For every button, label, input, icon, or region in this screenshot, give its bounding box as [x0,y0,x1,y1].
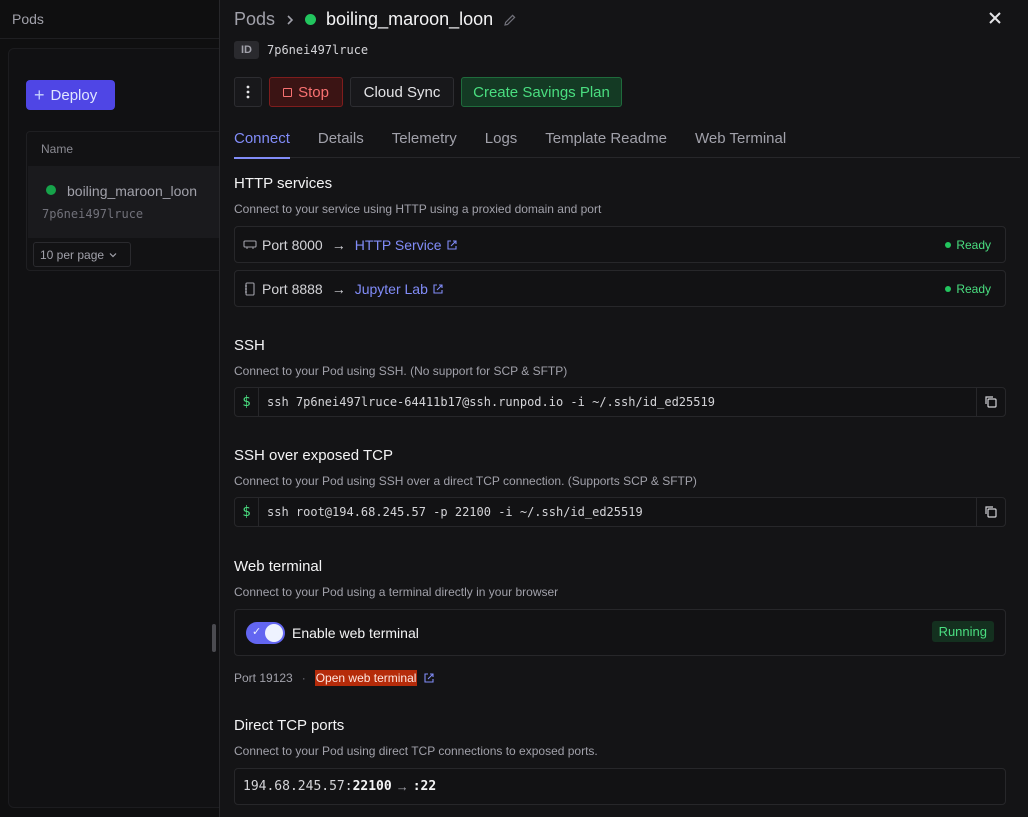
copy-button[interactable] [976,388,1005,416]
web-terminal-row: ✓ Enable web terminal Running [234,609,1006,656]
close-button[interactable] [986,10,1004,28]
open-web-terminal-link[interactable]: Open web terminal [314,670,418,686]
tcp-external-port: 22100 [352,779,392,794]
arrow-right-icon: → [395,779,409,794]
tab-web-terminal[interactable]: Web Terminal [695,126,786,158]
pod-id-value: 7p6nei497lruce [267,43,369,57]
status-badge: Ready [945,238,991,252]
tcp-internal-port: :22 [412,779,437,794]
external-link-icon[interactable] [423,672,435,684]
web-terminal-title: Web terminal [234,558,323,575]
per-page-label: 10 per page [40,247,105,262]
tab-template-readme[interactable]: Template Readme [545,126,667,158]
external-link-icon[interactable] [432,283,444,295]
copy-button[interactable] [976,498,1005,526]
divider [0,38,220,39]
toggle-knob [265,623,283,642]
copy-icon [985,396,997,408]
close-icon [989,12,1001,24]
http-services-desc: Connect to your service using HTTP using… [234,202,602,216]
deploy-label: Deploy [50,86,98,104]
direct-tcp-title: Direct TCP ports [234,717,345,734]
tab-telemetry[interactable]: Telemetry [392,126,457,158]
resize-handle[interactable] [212,624,216,652]
tcp-port-row: 194.68.245.57: 22100 → :22 [234,768,1006,805]
service-port: Port 8000 [262,236,323,253]
action-bar: Stop Cloud Sync Create Savings Plan [234,77,622,107]
pod-id: 7p6nei497lruce [42,207,144,221]
ssh-tcp-command-box: $ ssh root@194.68.245.57 -p 22100 -i ~/.… [234,497,1006,527]
check-icon: ✓ [252,625,262,638]
jupyter-service-row: Port 8888 → Jupyter Lab Ready [234,270,1006,307]
tcp-host: 194.68.245.57: [243,779,353,794]
notebook-icon [245,281,255,296]
ready-dot [945,286,952,292]
service-port: Port 8888 [262,280,323,297]
stop-button[interactable]: Stop [269,77,343,107]
ssh-command-box: $ ssh 7p6nei497lruce-64411b17@ssh.runpod… [234,387,1006,417]
stop-icon [283,87,293,97]
web-terminal-toggle[interactable]: ✓ [246,621,285,644]
web-terminal-toggle-label: Enable web terminal [292,624,419,641]
per-page-select[interactable]: 10 per page [33,242,131,267]
pod-name: boiling_maroon_loon [67,183,197,199]
pod-detail-drawer: Pods boiling_maroon_loon ID 7p6nei497lru… [219,0,1028,817]
ssh-command[interactable]: ssh 7p6nei497lruce-64411b17@ssh.runpod.i… [259,395,976,409]
web-terminal-port-line: Port 19123 · Open web terminal [234,670,435,686]
page-title: Pods [12,11,44,27]
tab-bar: Connect Details Telemetry Logs Template … [234,126,1020,159]
running-badge: Running [931,621,994,642]
create-savings-plan-button[interactable]: Create Savings Plan [461,77,622,107]
http-services-title: HTTP services [234,175,333,192]
copy-icon [985,506,997,518]
breadcrumb: Pods boiling_maroon_loon [234,9,517,30]
deploy-button[interactable]: + Deploy [26,80,115,110]
status-dot [46,185,56,195]
http-service-link[interactable]: HTTP Service [355,237,442,253]
arrow-right-icon: → [331,236,346,253]
savings-plan-label: Create Savings Plan [473,83,610,101]
terminal-prompt: $ [235,498,259,526]
ssh-tcp-desc: Connect to your Pod using SSH over a dir… [234,474,697,488]
chevron-down-icon [109,252,117,257]
external-link-icon[interactable] [446,239,458,251]
plus-icon: + [34,85,45,105]
server-icon [243,239,257,249]
cloud-sync-button[interactable]: Cloud Sync [350,77,454,107]
ssh-tcp-command[interactable]: ssh root@194.68.245.57 -p 22100 -i ~/.ss… [259,505,976,519]
ssh-title: SSH [234,337,265,354]
ready-label: Ready [956,282,991,296]
table-row[interactable]: boiling_maroon_loon 7p6nei497lruce [28,166,236,238]
id-badge: ID [234,41,259,59]
ready-dot [945,242,952,248]
tab-connect[interactable]: Connect [234,126,290,159]
separator: · [301,671,306,685]
http-service-row: Port 8000 → HTTP Service Ready [234,226,1006,263]
table-header-name: Name [41,142,74,156]
ready-label: Ready [956,238,991,252]
stop-label: Stop [298,83,329,101]
arrow-right-icon: → [331,280,346,297]
ssh-desc: Connect to your Pod using SSH. (No suppo… [234,364,568,378]
jupyter-lab-link[interactable]: Jupyter Lab [355,281,428,297]
cloud-sync-label: Cloud Sync [363,83,441,101]
pod-title: boiling_maroon_loon [326,9,494,29]
chevron-right-icon [287,14,294,25]
tab-details[interactable]: Details [318,126,364,158]
status-badge: Ready [945,282,991,296]
tab-logs[interactable]: Logs [485,126,518,158]
web-terminal-port: Port 19123 [234,671,293,685]
more-actions-button[interactable] [234,77,262,107]
web-terminal-desc: Connect to your Pod using a terminal dir… [234,585,559,599]
pod-id-row: ID 7p6nei497lruce [234,41,368,59]
terminal-prompt: $ [235,388,259,416]
ssh-tcp-title: SSH over exposed TCP [234,447,393,464]
pods-table: Name boiling_maroon_loon 7p6nei497lruce … [26,131,236,271]
more-vertical-icon [246,85,250,99]
breadcrumb-pods[interactable]: Pods [234,9,275,30]
pod-status-dot [305,14,317,25]
direct-tcp-desc: Connect to your Pod using direct TCP con… [234,744,598,758]
pencil-icon[interactable] [503,13,517,27]
